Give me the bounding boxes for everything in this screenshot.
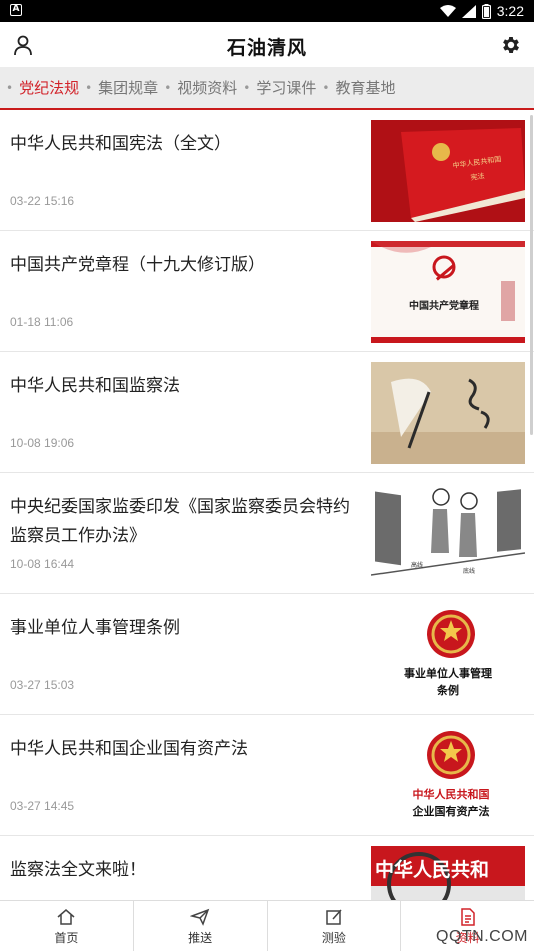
nav-push[interactable]: 推送 [134, 901, 268, 951]
party-charter-image: 中国共产党章程 [371, 241, 525, 343]
status-time: 3:22 [496, 3, 524, 19]
cartoon-label-low: 底线 [463, 567, 475, 575]
article-thumbnail: 高线 底线 [371, 483, 525, 585]
article-title: 事业单位人事管理条例 [10, 618, 180, 638]
article-item[interactable]: 中华人民共和国企业国有资产法 03-27 14:45 中华人民共和国 企业国有资… [0, 715, 534, 836]
app-title: 石油清风 [226, 37, 307, 59]
article-title: 中华人民共和国宪法（全文） [10, 134, 231, 154]
notification-icon: A [10, 4, 22, 16]
gear-icon[interactable] [500, 34, 522, 56]
charter-caption: 中国共产党章程 [409, 299, 479, 312]
edit-icon [326, 909, 342, 925]
article-thumbnail: 事业单位人事管理 条例 [371, 604, 525, 706]
home-icon [57, 908, 75, 925]
red-book-image: 中华人民共和国 宪法 [371, 120, 525, 222]
nav-home[interactable]: 首页 [0, 901, 134, 951]
tab-education-base[interactable]: 教育基地 [335, 77, 395, 98]
nav-push-label: 推送 [188, 930, 213, 945]
nav-home-label: 首页 [54, 930, 79, 945]
article-thumbnail: 中华人民共和国 宪法 [371, 120, 525, 222]
article-thumbnail: 中国共产党章程 [371, 241, 525, 343]
article-time: 03-27 14:45 [10, 799, 75, 813]
emblem-caption-2: 条例 [436, 683, 459, 697]
battery-icon [481, 3, 491, 19]
send-icon [190, 908, 210, 926]
document-icon [460, 907, 475, 926]
article-title: 中央纪委国家监委印发《国家监察委员会特约监察员工作办法》 [10, 497, 350, 546]
national-emblem-image: 中华人民共和国 企业国有资产法 [371, 725, 525, 827]
tab-group-rules[interactable]: 集团规章 [98, 77, 158, 98]
category-tabs: • 党纪法规 • 集团规章 • 视频资料 • 学习课件 • 教育基地 [0, 67, 534, 110]
magnifier-red-image: 中华人民共和 [371, 846, 525, 900]
article-item[interactable]: 中华人民共和国监察法 10-08 19:06 [0, 352, 534, 473]
tab-separator: • [6, 80, 14, 95]
cartoon-label-high: 高线 [411, 561, 423, 569]
article-item[interactable]: 中央纪委国家监委印发《国家监察委员会特约监察员工作办法》 10-08 16:44… [0, 473, 534, 594]
emblem-caption-2: 企业国有资产法 [412, 804, 490, 818]
list-scrollbar[interactable] [530, 115, 533, 435]
status-icons: 3:22 [439, 2, 524, 20]
tab-separator: • [85, 80, 93, 95]
article-time: 03-27 15:03 [10, 678, 75, 692]
emblem-caption-1: 中华人民共和国 [413, 787, 490, 801]
nav-quiz[interactable]: 测验 [268, 901, 402, 951]
article-item[interactable]: 中国共产党章程（十九大修订版） 01-18 11:06 中国共产党章程 [0, 231, 534, 352]
article-thumbnail: 中华人民共和 [371, 846, 525, 900]
article-list: 中华人民共和国宪法（全文） 03-22 15:16 中华人民共和国 宪法 中国共… [0, 110, 534, 900]
app-header: 石油清风 [0, 22, 534, 67]
national-emblem-image: 事业单位人事管理 条例 [371, 604, 525, 706]
watermark: QQTN.COM [436, 928, 528, 945]
article-thumbnail [371, 362, 525, 464]
article-time: 10-08 16:44 [10, 557, 75, 571]
tab-study-courseware[interactable]: 学习课件 [256, 77, 316, 98]
tab-separator: • [164, 80, 172, 95]
magnifier-cover-text: 中华人民共和 [375, 858, 489, 881]
article-time: 01-18 11:06 [10, 315, 74, 329]
emblem-caption-1: 事业单位人事管理 [404, 666, 492, 680]
cartoon-supervision-image: 高线 底线 [371, 483, 525, 585]
nav-quiz-label: 测验 [321, 930, 346, 945]
status-bar: A 3:22 [0, 0, 534, 22]
tab-party-regulations[interactable]: 党纪法规 [19, 77, 79, 98]
tab-video-materials[interactable]: 视频资料 [177, 77, 237, 98]
wifi-icon [439, 4, 456, 17]
article-thumbnail: 中华人民共和国 企业国有资产法 [371, 725, 525, 827]
tab-separator: • [322, 80, 330, 95]
article-item[interactable]: 事业单位人事管理条例 03-27 15:03 事业单位人事管理 条例 [0, 594, 534, 715]
article-title: 中华人民共和国企业国有资产法 [10, 739, 248, 759]
pen-calligraphy-image [371, 362, 525, 464]
article-item[interactable]: 监察法全文来啦！ 中华人民共和 [0, 836, 534, 900]
article-title: 中华人民共和国监察法 [10, 376, 180, 396]
signal-icon [461, 4, 476, 18]
article-item[interactable]: 中华人民共和国宪法（全文） 03-22 15:16 中华人民共和国 宪法 [0, 110, 534, 231]
article-time: 10-08 19:06 [10, 436, 75, 450]
article-title: 中国共产党章程（十九大修订版） [10, 255, 265, 275]
article-title: 监察法全文来啦！ [10, 860, 146, 880]
article-time: 03-22 15:16 [10, 194, 75, 208]
tab-separator: • [243, 80, 251, 95]
